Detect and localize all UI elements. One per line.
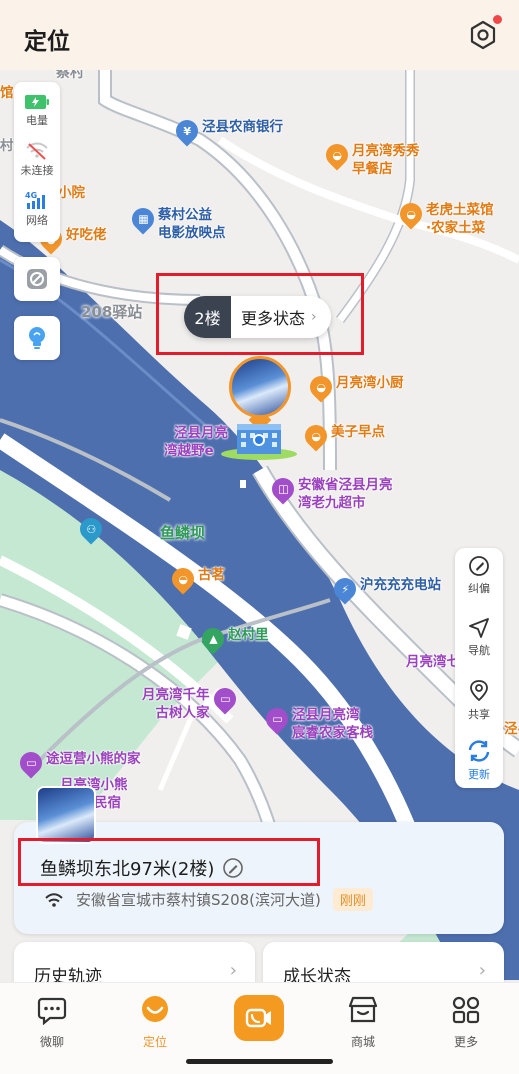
- poi-breakfast[interactable]: ◒ 月亮湾秀秀 早餐店: [321, 139, 420, 178]
- floor-number: 2楼: [184, 296, 231, 338]
- building-icon: [221, 424, 297, 460]
- refresh-button[interactable]: 更新: [455, 732, 503, 788]
- edit-location-icon[interactable]: [222, 857, 244, 879]
- navigation-icon: [469, 618, 489, 638]
- poi-zhaocun[interactable]: ▲ 赵村里: [197, 623, 269, 655]
- store-icon: [348, 996, 378, 1023]
- wifi-status: 未连接: [14, 142, 60, 178]
- disable-button[interactable]: [14, 257, 60, 301]
- chevron-right-icon: ›: [478, 960, 486, 981]
- poi-bear-home[interactable]: ▭ 途逗营小熊的家: [15, 747, 141, 779]
- device-status-panel: 电量 未连接 4G 网络: [14, 82, 60, 242]
- drink-icon: ◒: [167, 563, 199, 595]
- poi-kitchen[interactable]: ◒ 月亮湾小厨: [305, 371, 404, 403]
- chevron-right-icon: ›: [229, 960, 237, 981]
- map-area-label: 鱼鳞坝: [160, 524, 206, 542]
- share-location-icon: [470, 680, 488, 702]
- location-title: 鱼鳞坝东北97米(2楼): [40, 855, 244, 881]
- map-village-label: 蔡村: [56, 70, 84, 81]
- wifi-icon: [45, 892, 63, 907]
- correction-button[interactable]: 纠偏: [455, 548, 503, 604]
- 4g-signal-icon: 4G: [25, 191, 45, 209]
- poi-cinema[interactable]: ▦ 蔡村公益 电影放映点: [127, 203, 226, 242]
- map-road-label: 208驿站: [81, 303, 143, 321]
- more-status-link[interactable]: 更多状态 ›: [231, 296, 331, 338]
- poi-meizi[interactable]: ◒ 美子早点: [300, 420, 385, 452]
- restroom-icon: ⚇: [75, 513, 107, 545]
- poi-farmhouse[interactable]: ◒ 老虎土菜馆 ·农家土菜: [395, 198, 494, 237]
- page-title: 定位: [24, 29, 70, 55]
- food-icon: ◒: [321, 139, 353, 171]
- battery-charging-icon: [25, 95, 49, 109]
- hotel-icon: ▭: [208, 683, 241, 715]
- tab-more[interactable]: 更多: [436, 995, 496, 1050]
- notification-dot: [493, 15, 502, 24]
- poi-cun[interactable]: 村: [0, 137, 14, 155]
- tab-store[interactable]: 商城: [333, 995, 393, 1050]
- poi-bank[interactable]: ¥ 泾县农商银行: [171, 115, 283, 147]
- poi-chenrui-inn[interactable]: ▭ 泾县月亮湾 宸睿农家客栈: [261, 703, 373, 742]
- wifi-off-icon: [26, 142, 48, 160]
- video-call-icon: [245, 1008, 271, 1028]
- poi-restroom[interactable]: ⚇: [75, 513, 107, 545]
- shop-icon: ◫: [267, 473, 299, 505]
- hotel-icon: ▭: [15, 747, 47, 779]
- prohibit-icon: [27, 269, 47, 289]
- poi-charging[interactable]: ⚡ 沪充充充电站: [329, 573, 441, 605]
- floor-status-bubble[interactable]: 2楼 更多状态 ›: [184, 296, 331, 338]
- refresh-icon: [468, 740, 490, 762]
- update-time-badge: 刚刚: [332, 888, 373, 911]
- poi-old-tree[interactable]: 月亮湾千年 古树人家 ▭: [142, 683, 241, 722]
- poi-guan[interactable]: 馆: [0, 84, 14, 102]
- poi-supermarket[interactable]: ◫ 安徽省泾县月亮 湾老九超市: [267, 473, 393, 512]
- landmark-icon: ▲: [197, 623, 229, 655]
- tab-chat[interactable]: 微聊: [22, 995, 82, 1050]
- poi-guming[interactable]: ◒ 古茗: [167, 563, 225, 595]
- tab-location[interactable]: 定位: [125, 995, 185, 1050]
- location-icon: [142, 996, 168, 1022]
- chevron-right-icon: ›: [311, 309, 317, 325]
- correction-icon: [469, 556, 489, 576]
- network-status: 4G 网络: [25, 191, 48, 227]
- chat-icon: [37, 997, 67, 1026]
- food-icon: ◒: [300, 420, 332, 452]
- lightbulb-icon: [29, 327, 45, 349]
- poi-yuan[interactable]: 小院: [58, 184, 85, 202]
- device-avatar-marker[interactable]: [229, 356, 291, 418]
- battery-status: 电量: [14, 94, 60, 128]
- bank-icon: ¥: [171, 115, 203, 147]
- food-icon: ◒: [305, 371, 337, 403]
- cinema-icon: ▦: [127, 203, 159, 235]
- address-text: 安徽省宣城市蔡村镇S208(滨河大道): [76, 891, 321, 909]
- share-location-button[interactable]: 共享: [455, 672, 503, 728]
- map-tools-panel: 纠偏 导航 共享 更新: [455, 548, 503, 788]
- charging-station-icon: ⚡: [329, 573, 361, 605]
- address-row: 安徽省宣城市蔡村镇S208(滨河大道) 刚刚: [44, 888, 373, 911]
- more-grid-icon: [452, 996, 480, 1024]
- settings-button[interactable]: [466, 15, 502, 54]
- hotel-icon: ▭: [261, 703, 293, 735]
- app-header: 定位: [0, 0, 519, 70]
- navigation-button[interactable]: 导航: [455, 610, 503, 666]
- svg-text:4G: 4G: [25, 191, 37, 200]
- home-indicator: [186, 1059, 333, 1064]
- light-button[interactable]: [14, 316, 60, 360]
- device-avatar[interactable]: [36, 786, 96, 844]
- video-call-button[interactable]: [234, 995, 284, 1041]
- food-icon: ◒: [395, 198, 427, 230]
